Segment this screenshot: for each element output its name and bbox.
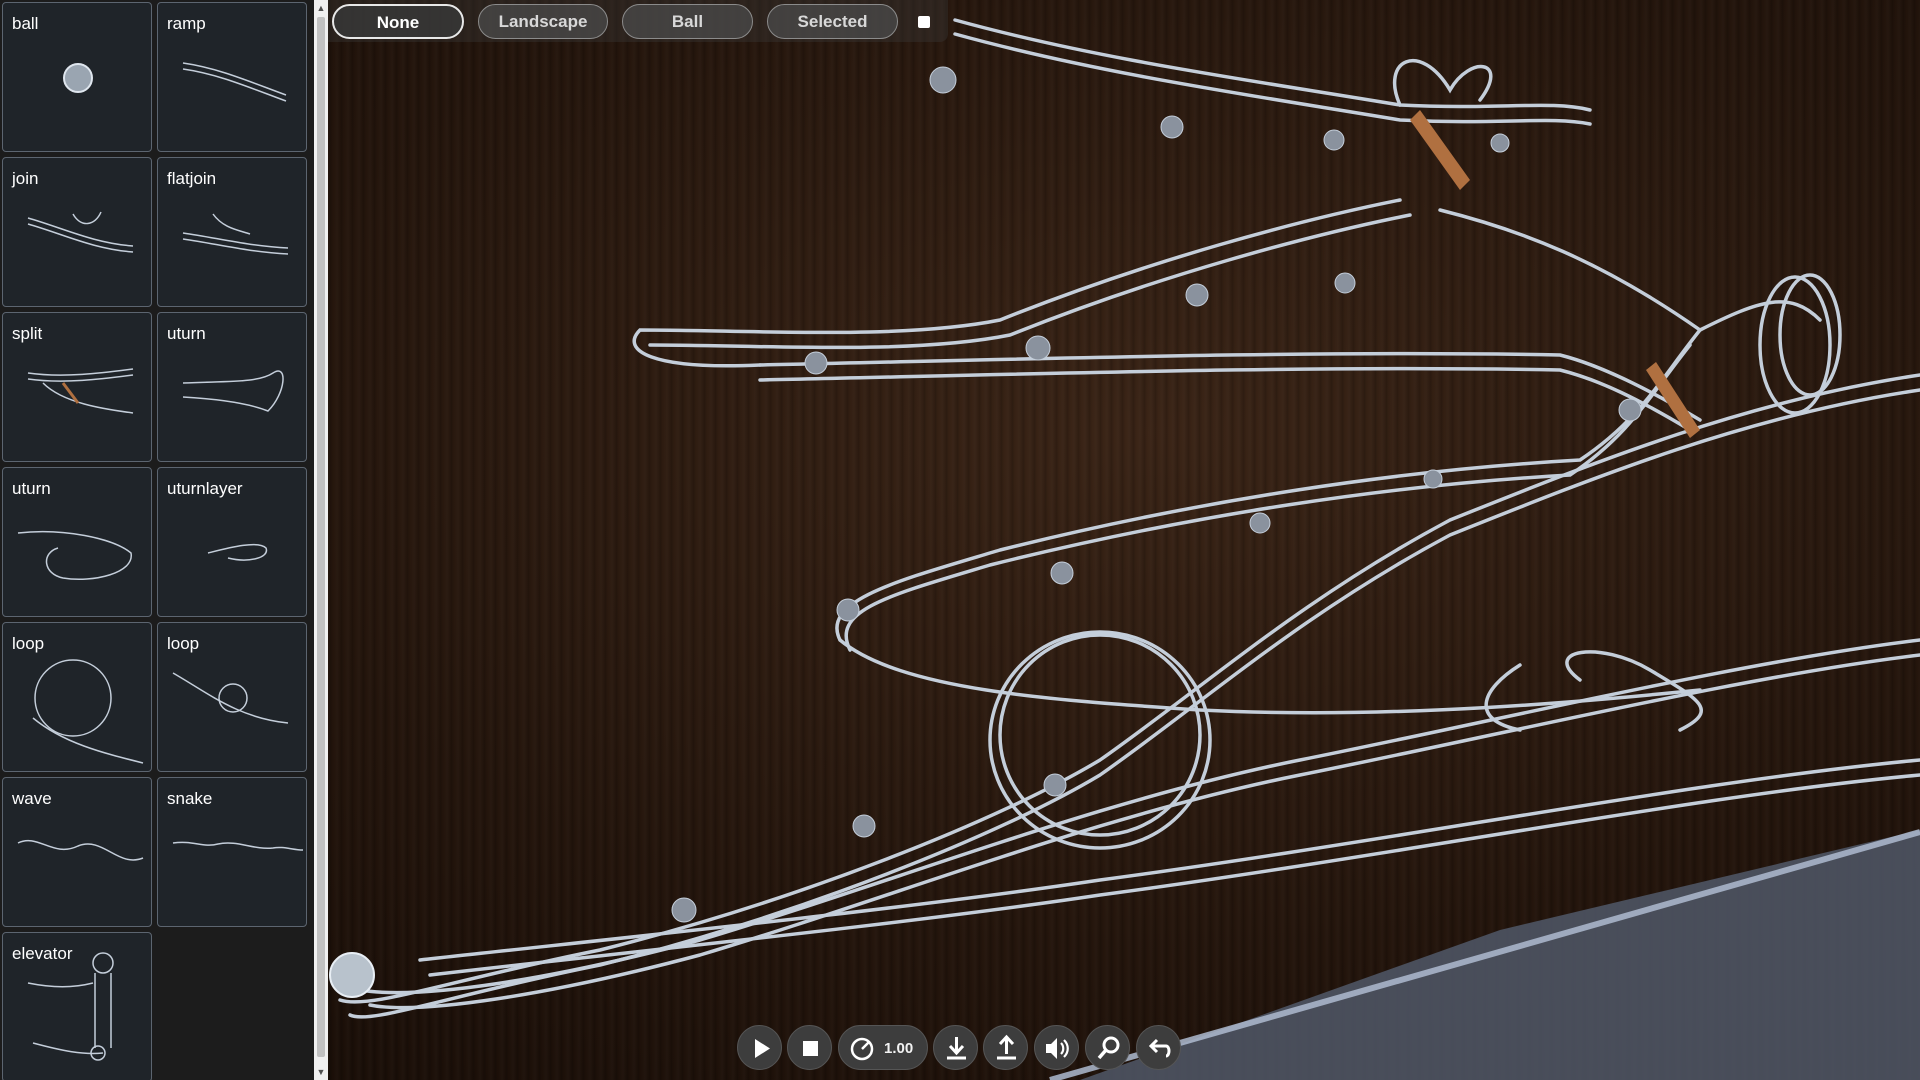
- uturn-wide-preview-icon: [17, 530, 132, 580]
- undo-button[interactable]: [1136, 1025, 1181, 1070]
- ball-preview-icon: [63, 63, 93, 93]
- scroll-thumb[interactable]: [317, 17, 325, 1057]
- palette-tile-flatjoin[interactable]: flatjoin: [157, 157, 307, 307]
- palette-tile-uturn[interactable]: uturn: [157, 312, 307, 462]
- piece-palette: ball ramp join flatjoin split uturn utur…: [0, 0, 314, 1080]
- loop-preview-icon: [32, 659, 144, 764]
- scroll-up-icon[interactable]: ▲: [314, 0, 328, 16]
- undo-icon: [1148, 1038, 1171, 1058]
- flatjoin-preview-icon: [182, 213, 289, 255]
- speed-value: 1.00: [884, 1040, 914, 1057]
- zoom-button[interactable]: [1085, 1025, 1130, 1070]
- stop-button[interactable]: [787, 1025, 832, 1070]
- speaker-icon: [1046, 1038, 1069, 1059]
- upload-button[interactable]: [983, 1025, 1028, 1070]
- palette-tile-loop[interactable]: loop: [2, 622, 152, 772]
- palette-tile-join[interactable]: join: [2, 157, 152, 307]
- camera-landscape-button[interactable]: Landscape: [478, 4, 608, 39]
- stop-icon: [803, 1041, 818, 1056]
- camera-toggle-icon[interactable]: [918, 16, 930, 28]
- play-icon: [755, 1039, 770, 1058]
- scroll-down-icon[interactable]: ▼: [314, 1064, 328, 1080]
- camera-ball-button[interactable]: Ball: [622, 4, 753, 39]
- palette-tile-loop-2[interactable]: loop: [157, 622, 307, 772]
- wave-preview-icon: [17, 839, 144, 861]
- palette-tile-ball[interactable]: ball: [2, 2, 152, 152]
- loop-small-preview-icon: [172, 672, 289, 724]
- camera-none-button[interactable]: None: [332, 4, 464, 39]
- magnifier-icon: [1097, 1036, 1120, 1060]
- download-icon: [947, 1037, 966, 1060]
- speed-button[interactable]: 1.00: [838, 1025, 928, 1070]
- marble-ball: [329, 952, 375, 998]
- join-preview-icon: [27, 211, 134, 253]
- sound-button[interactable]: [1034, 1025, 1079, 1070]
- elevator-preview-icon: [27, 952, 114, 1061]
- split-preview-icon: [27, 368, 134, 414]
- track-rails: [338, 18, 1920, 1019]
- ramp-preview-icon: [182, 62, 287, 102]
- palette-tile-uturn-2[interactable]: uturn: [2, 467, 152, 617]
- speedometer-icon: [850, 1037, 874, 1061]
- palette-scrollbar[interactable]: ▲ ▼: [314, 0, 328, 1080]
- uturn-preview-icon: [182, 370, 284, 412]
- palette-tile-wave[interactable]: wave: [2, 777, 152, 927]
- uturnlayer-preview-icon: [207, 543, 268, 561]
- palette-tile-snake[interactable]: snake: [157, 777, 307, 927]
- download-button[interactable]: [933, 1025, 978, 1070]
- snake-preview-icon: [172, 841, 304, 851]
- marble-run-app: ball ramp join flatjoin split uturn utur…: [0, 0, 1920, 1080]
- palette-tile-elevator[interactable]: elevator: [2, 932, 152, 1080]
- camera-selected-button[interactable]: Selected: [767, 4, 898, 39]
- palette-tile-ramp[interactable]: ramp: [157, 2, 307, 152]
- camera-mode-bar: None Landscape Ball Selected: [328, 0, 948, 42]
- palette-tile-uturnlayer[interactable]: uturnlayer: [157, 467, 307, 617]
- upload-icon: [997, 1034, 1016, 1060]
- play-button[interactable]: [737, 1025, 782, 1070]
- palette-tile-split[interactable]: split: [2, 312, 152, 462]
